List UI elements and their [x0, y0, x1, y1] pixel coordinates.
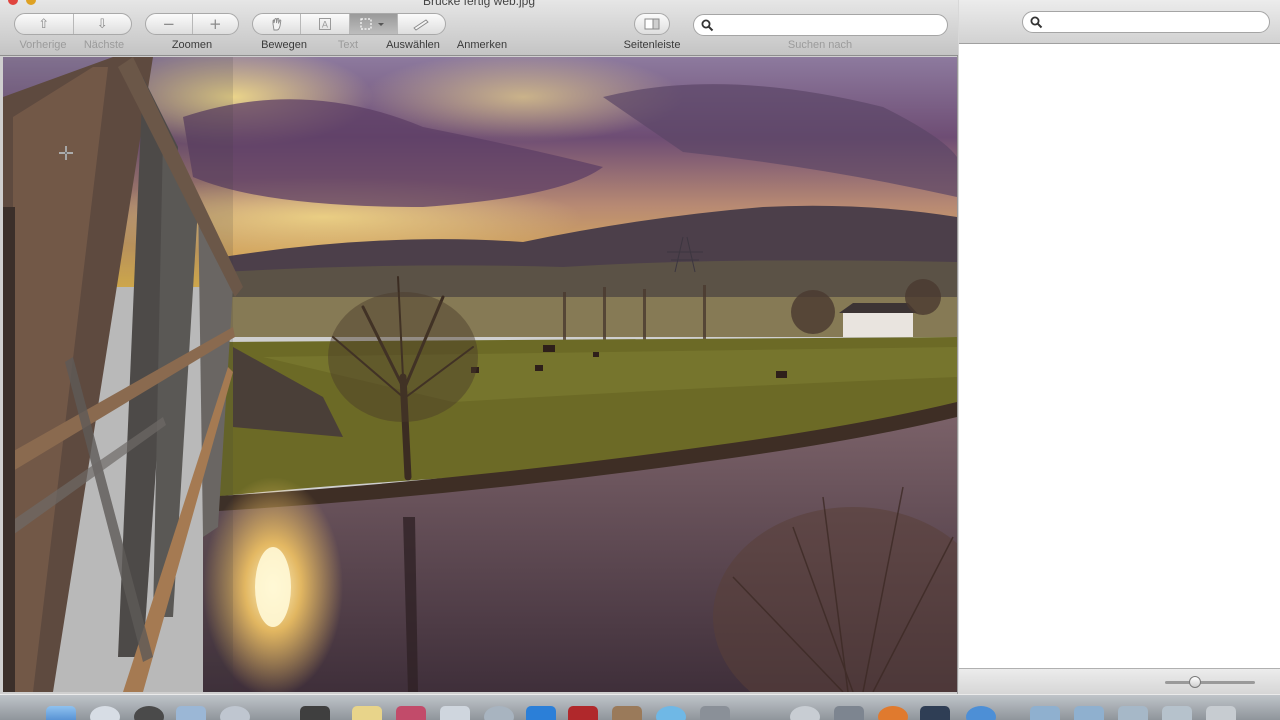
dock-icon-safari[interactable]	[90, 706, 120, 720]
sidebar-search-input[interactable]	[1047, 15, 1257, 30]
dock-icon-folder-4[interactable]	[1162, 706, 1192, 720]
search-input[interactable]	[718, 18, 938, 33]
select-tool-button[interactable]	[349, 14, 398, 34]
sidebar-toggle-button[interactable]	[634, 13, 670, 35]
dock-icon-app-1[interactable]	[220, 706, 250, 720]
svg-text:A: A	[322, 21, 329, 31]
dock-icon-folder-2[interactable]	[1074, 706, 1104, 720]
minus-icon: −	[162, 14, 176, 33]
dock-icon-app-5[interactable]	[526, 706, 556, 720]
dock-icon-finder[interactable]	[46, 706, 76, 720]
dock	[0, 694, 1280, 720]
pen-icon	[413, 19, 430, 31]
move-tool-button[interactable]	[253, 14, 302, 34]
previous-button[interactable]: ⇧	[15, 14, 74, 34]
preview-window: Brücke fertig web.jpg ⇧ ⇩ Vorherige Näch…	[0, 0, 958, 694]
dock-icon-app-6[interactable]	[568, 706, 598, 720]
dock-icon-app-8[interactable]	[700, 706, 730, 720]
search-icon	[1030, 16, 1043, 29]
sidebar-bottom-bar	[959, 668, 1280, 694]
zoom-segment: − +	[145, 13, 239, 35]
next-button[interactable]: ⇩	[74, 14, 132, 34]
dock-icon-app-3[interactable]	[396, 706, 426, 720]
arrow-down-icon: ⇩	[96, 16, 108, 32]
zoom-out-button[interactable]: −	[146, 14, 193, 34]
dock-icon-clock[interactable]	[134, 706, 164, 720]
search-field[interactable]	[693, 14, 948, 36]
next-label: Nächste	[83, 39, 125, 51]
plus-icon: +	[208, 14, 222, 33]
arrow-up-icon: ⇧	[38, 16, 50, 32]
text-label: Text	[337, 39, 359, 51]
window-title: Brücke fertig web.jpg	[422, 0, 536, 8]
thumbnail-size-slider[interactable]	[1165, 681, 1255, 684]
toolbar: Brücke fertig web.jpg ⇧ ⇩ Vorherige Näch…	[0, 0, 958, 56]
search-label: Suchen nach	[787, 39, 853, 51]
dock-icon-app-9[interactable]	[790, 706, 820, 720]
thumbnail-size-slider-knob[interactable]	[1189, 676, 1201, 688]
sidebar-window	[959, 0, 1280, 694]
dock-icon-app-11[interactable]	[878, 706, 908, 720]
zoom-label: Zoomen	[171, 39, 213, 51]
dock-icon-photos[interactable]	[612, 706, 642, 720]
zoom-in-button[interactable]: +	[193, 14, 239, 34]
text-tool-button[interactable]: A	[301, 14, 350, 34]
annotate-label: Anmerken	[456, 39, 508, 51]
text-icon: A	[318, 18, 331, 31]
dock-icon-trash[interactable]	[1206, 706, 1236, 720]
dock-icon-app-10[interactable]	[834, 706, 864, 720]
dock-icon-preview[interactable]	[176, 706, 206, 720]
sidebar-toggle-inner	[635, 14, 669, 34]
navigation-segment: ⇧ ⇩	[14, 13, 132, 35]
rect-select-icon	[360, 18, 385, 30]
dock-icon-app-2[interactable]	[300, 706, 330, 720]
dock-icon-app-7[interactable]	[656, 706, 686, 720]
dock-icon-notes[interactable]	[352, 706, 382, 720]
landscape-photo	[3, 57, 957, 692]
annotate-tool-button[interactable]	[398, 14, 445, 34]
dock-icon-app-13[interactable]	[966, 706, 996, 720]
dock-icon-folder-3[interactable]	[1118, 706, 1148, 720]
dock-icon-app-4[interactable]	[484, 706, 514, 720]
crosshair-icon	[59, 146, 73, 160]
sidebar-icon	[644, 18, 660, 30]
move-label: Bewegen	[261, 39, 307, 51]
hand-icon	[272, 17, 281, 31]
sidebar-label: Seitenleiste	[623, 39, 681, 51]
photo-canvas[interactable]	[3, 57, 957, 692]
tools-segment: A	[252, 13, 446, 35]
previous-label: Vorherige	[19, 39, 67, 51]
dock-icon-app-12[interactable]	[920, 706, 950, 720]
dock-icon-folder-1[interactable]	[1030, 706, 1060, 720]
select-label: Auswählen	[386, 39, 440, 51]
sidebar-toolbar	[959, 0, 1280, 44]
sidebar-search-field[interactable]	[1022, 11, 1270, 33]
dock-icon-mail[interactable]	[440, 706, 470, 720]
search-icon	[701, 19, 714, 32]
